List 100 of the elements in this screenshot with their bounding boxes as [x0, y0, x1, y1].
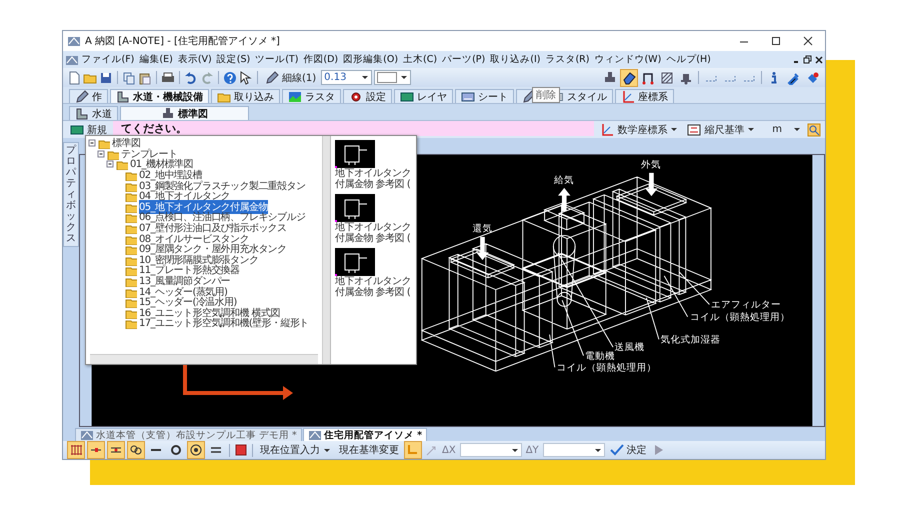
unit-dropdown[interactable]: m — [761, 122, 804, 138]
menu-item[interactable]: 作図(D) — [300, 53, 341, 66]
new-file-icon[interactable] — [67, 70, 81, 84]
collapse-icon[interactable] — [97, 150, 105, 158]
prompt-message: てください。 — [113, 121, 594, 136]
tree-item[interactable]: 17_ユニット形空気調和機(壁形・縦形ト — [86, 318, 322, 329]
coordinate-system-dropdown[interactable]: 数学座標系 — [597, 122, 682, 138]
delta-x-field[interactable] — [460, 443, 522, 457]
base-change-button[interactable]: 現在基準変更 — [336, 442, 402, 458]
line-type-button[interactable]: 細線(1) — [262, 70, 320, 86]
caret-icon — [594, 446, 602, 454]
menu-item[interactable]: 図形編集(O) — [340, 53, 401, 66]
tree-item[interactable]: 16_ユニット形空気調和機 横式図 — [86, 308, 322, 318]
color-square-icon[interactable] — [234, 443, 248, 457]
tree-item[interactable]: 07_壁付形注油口及び指示ボックス — [86, 222, 322, 234]
bracket-icon[interactable] — [641, 70, 655, 84]
vertical-scrollbar[interactable] — [322, 136, 331, 364]
new-button[interactable]: 新規 — [67, 122, 110, 138]
tree-item[interactable]: 03_鋼製強化プラスチック製二重殻タン — [86, 180, 322, 191]
tooltip: 削除 — [532, 87, 560, 103]
delta-y-field[interactable] — [542, 443, 605, 457]
tree-item[interactable]: 10_密閉形隔膜式膨張タンク — [86, 254, 322, 266]
menu-item[interactable]: 表示(V) — [175, 53, 214, 66]
dropper-icon[interactable] — [786, 70, 800, 84]
collapse-icon[interactable] — [106, 160, 114, 168]
ribbon-tab[interactable]: 作 — [69, 89, 108, 103]
caret-icon — [361, 74, 370, 81]
ribbon-tab[interactable]: 座標系 — [615, 89, 674, 103]
paste-icon[interactable] — [138, 70, 152, 84]
line-width-dropdown[interactable]: 0.13 — [321, 70, 372, 85]
callout-label: エアフィルター — [710, 300, 781, 310]
color-dropdown[interactable] — [374, 70, 412, 85]
ribbon-tab[interactable]: ラスタ — [282, 89, 341, 103]
eraser-icon[interactable] — [622, 70, 636, 84]
delta-y-label: ΔY — [524, 444, 540, 456]
circle-icon[interactable] — [169, 443, 183, 457]
confirm-button[interactable]: 決定 — [606, 442, 650, 458]
tree-item[interactable]: 11_プレート形熱交換器 — [86, 265, 322, 276]
close-icon[interactable] — [815, 54, 823, 64]
thumbnail-item[interactable]: 地下オイルタンク付属金物 参考図 ( — [335, 248, 412, 298]
check-icon — [610, 443, 624, 457]
menu-item[interactable]: 土木(C) — [400, 53, 440, 66]
sub-tab[interactable]: 標準図 — [120, 106, 249, 120]
menu-item[interactable]: ツール(T) — [252, 53, 301, 66]
thumbnail-caption: 地下オイルタンク付属金物 参考図 ( — [335, 223, 412, 244]
tree-item[interactable]: 14_ヘッダー(蒸気用) — [86, 286, 322, 297]
menu-item[interactable]: ラスタ(R) — [542, 53, 592, 66]
thumbnail-item[interactable]: 地下オイルタンク付属金物 参考図 ( — [335, 194, 412, 244]
tree-item[interactable]: 09_屋隅タンク・屋外用充水タンク — [86, 244, 322, 255]
menu-item[interactable]: 設定(S) — [214, 53, 253, 66]
menu-item[interactable]: ウィンドウ(W) — [592, 53, 664, 66]
tree-item[interactable]: 01_機材標準図 — [86, 159, 322, 170]
tree-item[interactable]: 15_ヘッダー(冷温水用) — [86, 296, 322, 308]
ribbon-tab[interactable]: 取り込み — [211, 89, 280, 103]
pointer-help-icon[interactable] — [239, 70, 253, 84]
center-icon[interactable] — [189, 443, 203, 457]
ribbon-tab[interactable]: シート — [455, 89, 514, 103]
menu-item[interactable]: パーツ(P) — [440, 53, 488, 66]
position-input-dropdown[interactable]: 現在位置入力 — [257, 442, 334, 458]
menu-item[interactable]: 取り込み(I) — [488, 53, 543, 66]
ribbon-tab[interactable]: レイヤ — [394, 89, 453, 103]
menu-item[interactable]: 編集(E) — [136, 53, 176, 66]
intersection-icon[interactable] — [129, 443, 143, 457]
sub-tab[interactable]: 水道 — [69, 106, 118, 120]
horizontal-scrollbar[interactable] — [90, 354, 318, 364]
callout-label: コイル（顕熱処理用） — [556, 362, 656, 374]
zoom-select-icon[interactable] — [807, 122, 821, 136]
return-air-label: 還気 — [472, 223, 492, 234]
caret-icon — [793, 126, 801, 133]
menu-item[interactable]: ヘルプ(H) — [664, 53, 714, 66]
undo-icon[interactable] — [184, 70, 198, 84]
side-panel-tab[interactable]: プロパティボックス — [63, 142, 79, 247]
thumbnail-caption: 地下オイルタンク付属金物 参考図 ( — [335, 277, 412, 298]
ribbon-tab[interactable]: 設定 — [343, 89, 392, 103]
print-icon[interactable] — [161, 70, 175, 84]
tree-item[interactable]: 13_風量調節ダンパー — [86, 276, 322, 286]
grid-icon[interactable] — [69, 443, 83, 457]
thumbnail-caption: 地下オイルタンク付属金物 参考図 ( — [335, 169, 412, 190]
save-icon[interactable] — [99, 70, 113, 84]
ribbon-tab[interactable]: 水道・機械設備 — [110, 89, 209, 103]
restore-icon[interactable] — [803, 54, 812, 64]
callout-label: コイル（顕熱処理用） — [690, 312, 790, 323]
tree-item[interactable]: 02_地中埋設槽 — [86, 170, 322, 180]
help-icon[interactable] — [223, 70, 237, 84]
document-tab[interactable]: 水道本管（支管）布設サンプル工事 デモ用 * — [75, 428, 302, 441]
collapse-icon[interactable] — [88, 139, 96, 148]
copy-icon[interactable] — [122, 70, 136, 84]
axis-icon — [621, 90, 635, 104]
menu-item[interactable]: ファイル(F) — [79, 53, 137, 66]
scale-basis-dropdown[interactable]: 縮尺基準 — [684, 122, 758, 138]
document-tab[interactable]: 住宅用配管アイソメ * — [302, 428, 428, 441]
hatch-icon[interactable] — [660, 70, 674, 84]
maximize-icon[interactable] — [769, 34, 783, 48]
tank-drawing-icon — [335, 194, 375, 222]
tree-item[interactable]: 08_オイルサービスタンク — [86, 233, 322, 244]
tree-item[interactable]: 標準図 — [86, 138, 322, 149]
tree-item[interactable]: 06_点検口、注油口柄、フレキシブルジ — [86, 212, 322, 223]
stamp-icon — [161, 106, 175, 120]
caret-icon — [747, 126, 756, 133]
close-icon[interactable] — [801, 34, 815, 48]
